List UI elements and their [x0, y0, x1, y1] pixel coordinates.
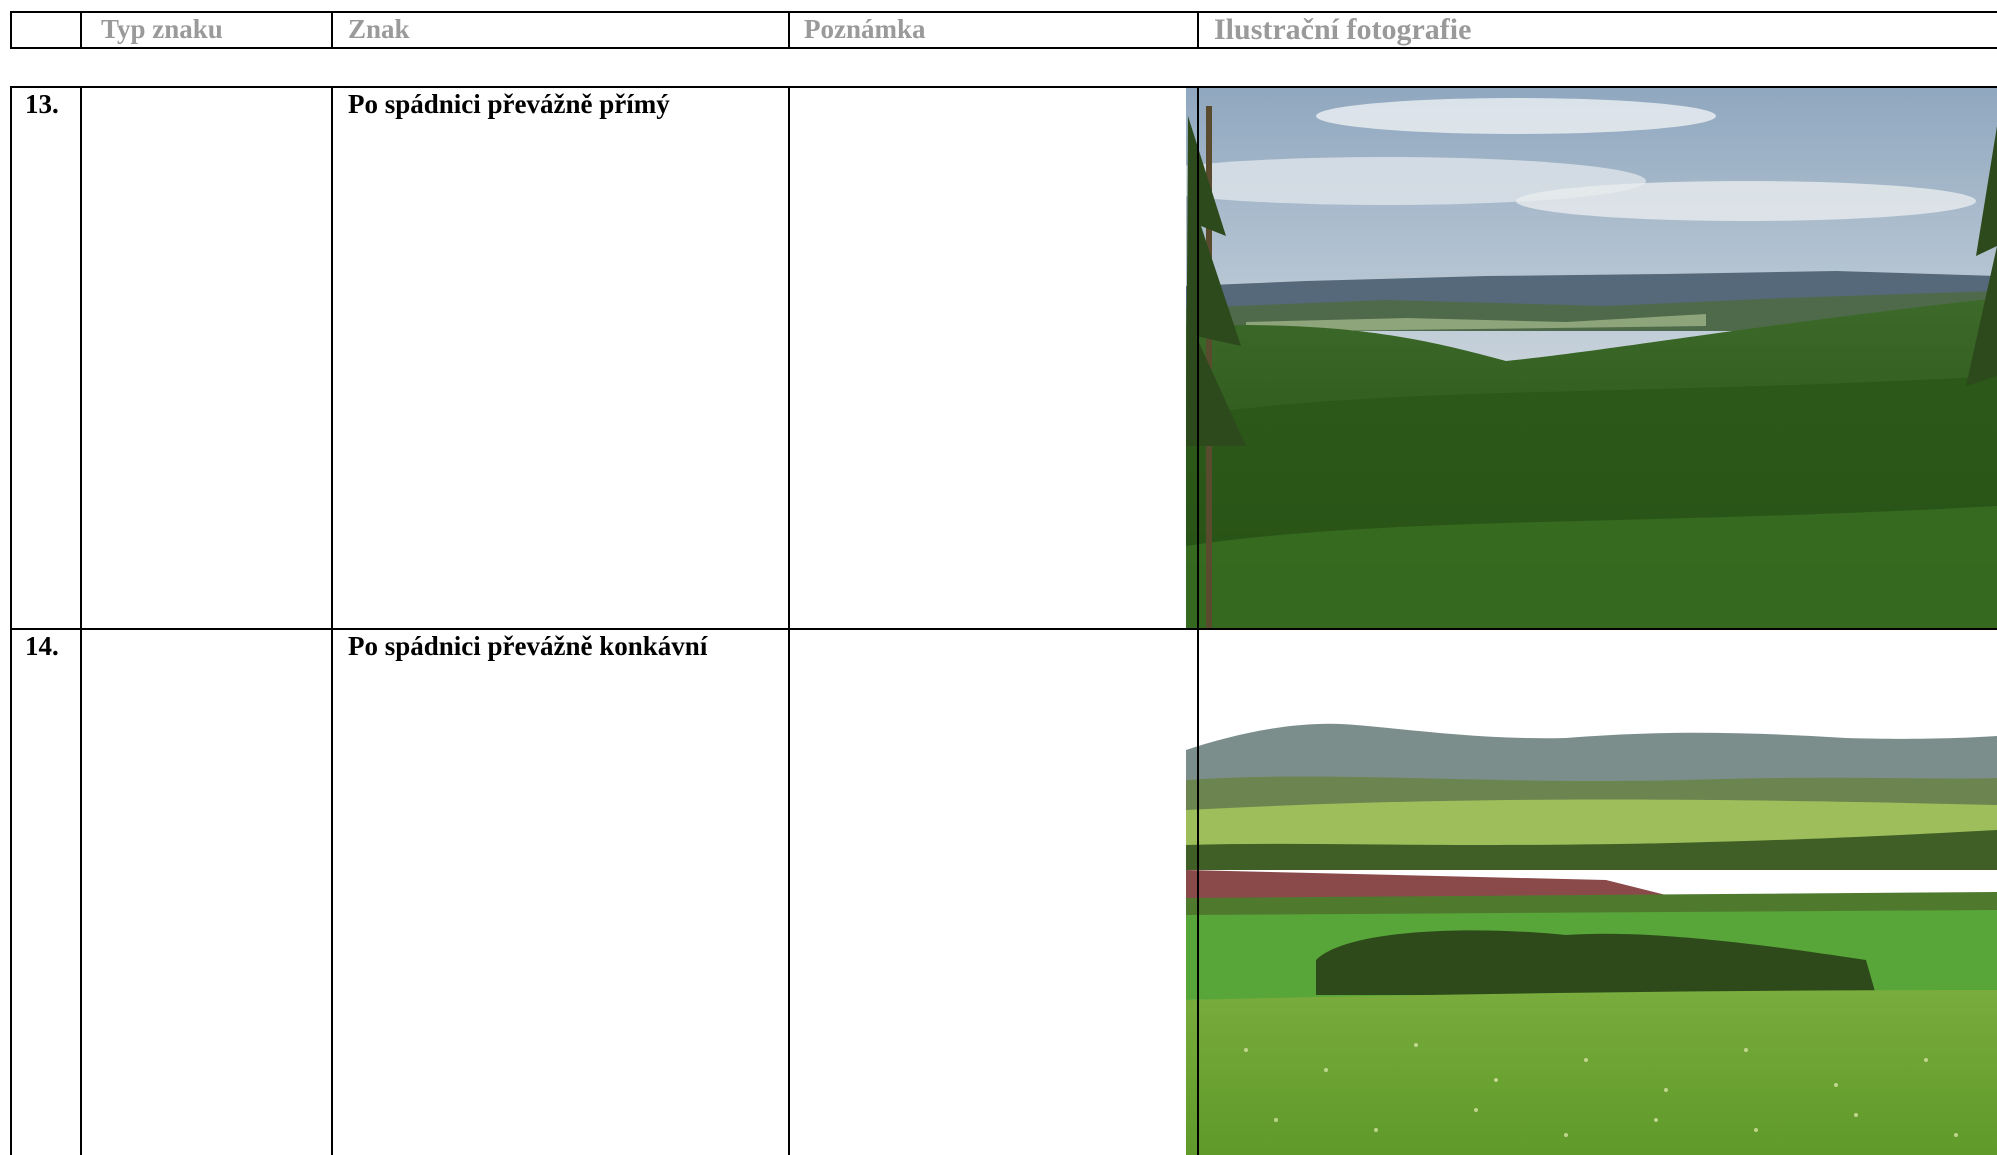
row-number: 14. — [25, 631, 59, 661]
header-znak: Znak — [348, 14, 410, 44]
column-divider — [80, 86, 82, 1155]
document-page: Typ znaku Znak Poznámka Ilustrační fotog… — [0, 0, 1997, 1155]
table-border-top — [10, 86, 1997, 88]
row-znak: Po spádnici převážně konkávní — [348, 631, 708, 661]
header-typ-znaku: Typ znaku — [101, 14, 223, 44]
header-divider — [80, 13, 82, 47]
table-border-left — [10, 86, 12, 1155]
header-border-left — [10, 13, 12, 47]
table-header: Typ znaku Znak Poznámka Ilustrační fotog… — [10, 11, 1997, 49]
header-divider — [1197, 13, 1199, 47]
column-divider — [1197, 86, 1199, 1155]
header-ilustracni-fotografie: Ilustrační fotografie — [1214, 13, 1472, 46]
meadow-fields-landscape-photo — [1186, 630, 1997, 1155]
forest-valley-landscape-photo — [1186, 86, 1997, 628]
header-poznamka: Poznámka — [804, 14, 926, 44]
header-divider — [331, 13, 333, 47]
header-divider — [788, 13, 790, 47]
row-znak: Po spádnici převážně přímý — [348, 89, 670, 119]
column-divider — [331, 86, 333, 1155]
signs-table: 13. Po spádnici převážně přímý 14. Po sp… — [10, 86, 1997, 1155]
row-separator — [10, 628, 1997, 630]
row-number: 13. — [25, 89, 59, 119]
column-divider — [788, 86, 790, 1155]
